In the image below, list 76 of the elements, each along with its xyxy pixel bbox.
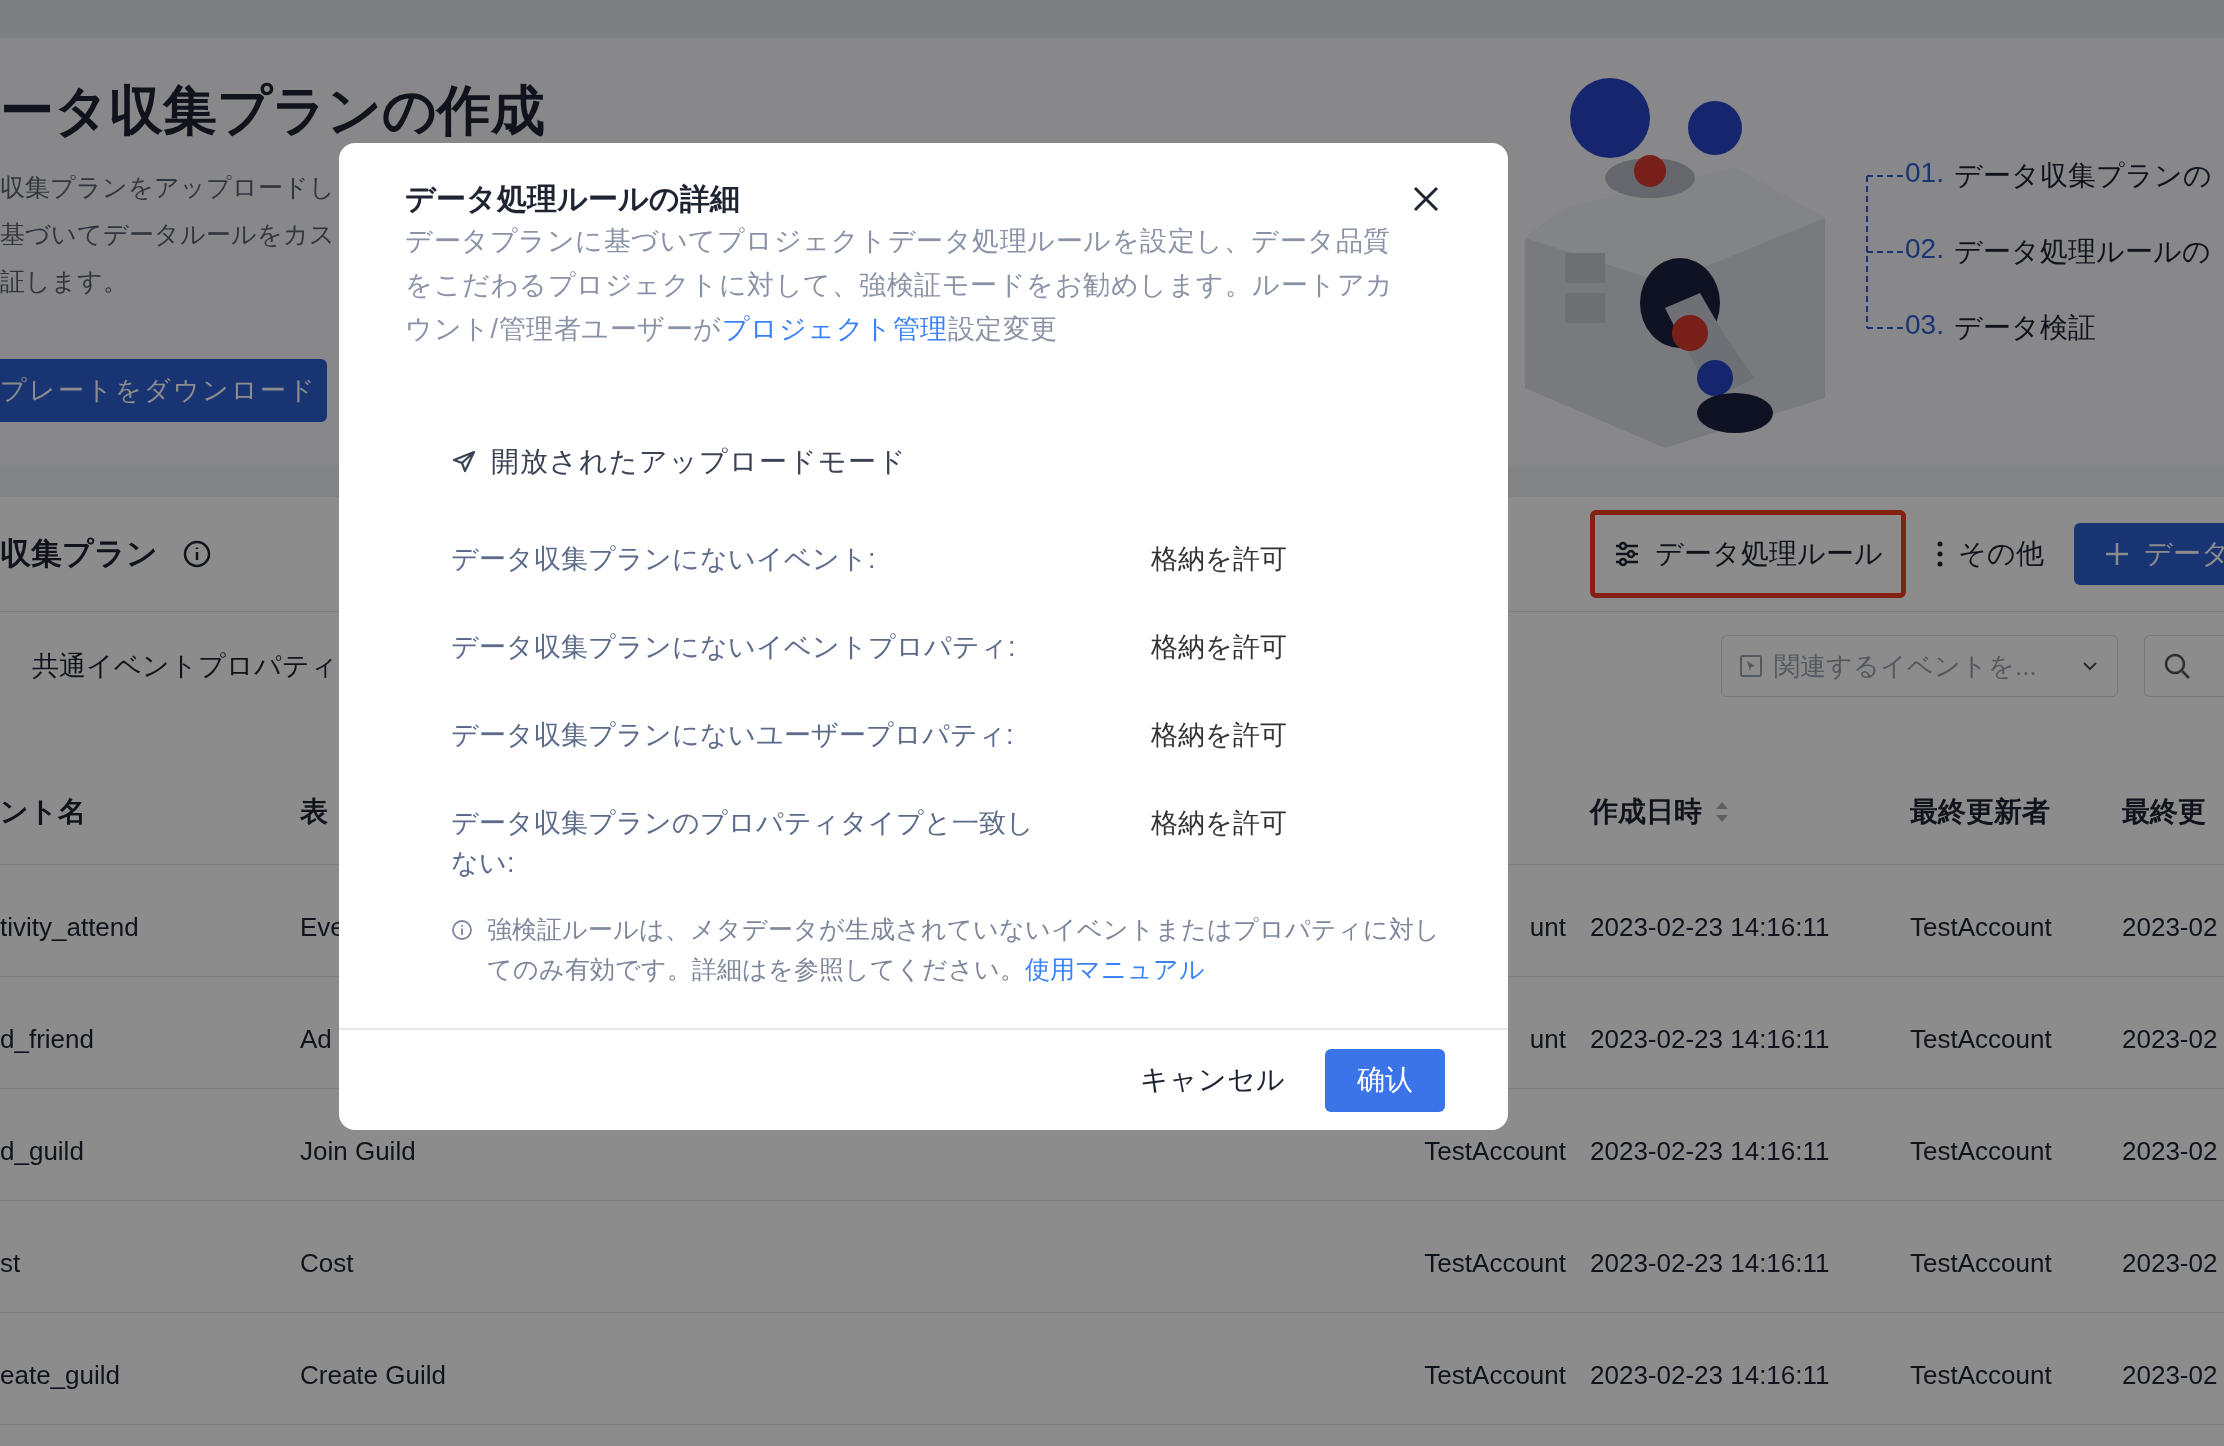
- column-header: ント名: [0, 795, 86, 829]
- intro-text: 収集プランをアップロードし: [0, 172, 335, 203]
- section-title: 収集プラン: [0, 535, 158, 573]
- step-number: 02.: [1905, 233, 1944, 266]
- table-cell: TestAccount: [1424, 1136, 1566, 1167]
- project-settings-link[interactable]: プロジェクト管理: [721, 314, 948, 344]
- more-icon: [1936, 540, 1944, 568]
- table-cell: 2023-02: [2122, 1248, 2218, 1279]
- page-title: ータ収集プランの作成: [0, 79, 545, 142]
- table-cell: Ad: [300, 1024, 332, 1055]
- table-cell: 2023-02-23 14:16:11: [1590, 1024, 1830, 1055]
- dialog-description: データプランに基づいてプロジェクトデータ処理ルールを設定し、データ品質をこだわるプロジェクトに対して、強検証モードをお勧めします。ルートアカウント/管理者ユーザーがプロジェクト管理設定変更: [405, 225, 1395, 346]
- table-cell: 2023-02: [2122, 1360, 2218, 1391]
- table-cell: 2023-02-23 14:16:11: [1590, 1360, 1830, 1391]
- table-cell: d_friend: [0, 1024, 94, 1055]
- sliders-icon: [1613, 540, 1641, 568]
- table-cell: eate_guild: [0, 1360, 120, 1391]
- table-cell: Cost: [300, 1248, 354, 1279]
- column-header[interactable]: 作成日時: [1590, 793, 1702, 831]
- table-cell: TestAccount: [1910, 1360, 2052, 1391]
- confirm-button[interactable]: 确认: [1325, 1048, 1445, 1112]
- info-icon[interactable]: [182, 539, 212, 569]
- intro-text: 証します。: [0, 266, 128, 297]
- manual-link[interactable]: 使用マニュアル: [1025, 955, 1205, 983]
- table-cell: st: [0, 1248, 21, 1279]
- column-header: 表: [300, 795, 328, 829]
- rule-value: 格納を許可: [1151, 631, 1288, 664]
- step-label: データ処理ルールの: [1953, 235, 2211, 269]
- table-cell: 2023-02: [2122, 912, 2218, 943]
- info-icon: [451, 919, 473, 941]
- cursor-box-icon: [1739, 654, 1763, 678]
- table-cell: 2023-02-23 14:16:11: [1590, 1248, 1830, 1279]
- table-cell: TestAccount: [1910, 912, 2052, 943]
- rules-button[interactable]: データ処理ルール: [1590, 510, 1906, 598]
- table-cell: Join Guild: [300, 1136, 416, 1167]
- more-button[interactable]: その他: [1918, 510, 2062, 598]
- rule-label: データ収集プランにないイベント:: [451, 543, 877, 576]
- table-cell: TestAccount: [1910, 1136, 2052, 1167]
- table-cell: 2023-02-23 14:16:11: [1590, 1136, 1830, 1167]
- table-cell: unt: [1529, 912, 1566, 943]
- table-cell: 2023-02-23 14:16:11: [1590, 912, 1830, 943]
- rule-value: 格納を許可: [1151, 543, 1288, 576]
- event-select[interactable]: 関連するイベントを...: [1721, 635, 2118, 697]
- search-button[interactable]: [2144, 635, 2224, 697]
- rule-label: データ収集プランのプロパティタイプと一致しない:: [451, 807, 1035, 880]
- download-button[interactable]: プレートをダウンロード: [0, 359, 327, 422]
- cancel-button[interactable]: キャンセル: [1140, 1061, 1285, 1099]
- note-text: 強検証ルールは、メタデータが生成されていないイベントまたはプロパティに対してのみ有効です。詳細はを参照してください。使用マニュアル: [487, 914, 1441, 985]
- rule-value: 格納を許可: [1151, 719, 1288, 752]
- plus-icon: [2104, 541, 2130, 567]
- step-label: データ検証: [1953, 311, 2096, 345]
- rule-label: データ収集プランにないユーザープロパティ:: [451, 719, 1015, 752]
- add-data-button[interactable]: データ: [2074, 523, 2224, 585]
- property-tab[interactable]: 共通イベントプロパティ: [32, 648, 338, 684]
- table-cell: 2023-02: [2122, 1024, 2218, 1055]
- rule-label: データ収集プランにないイベントプロパティ:: [451, 631, 1017, 664]
- table-cell: TestAccount: [1910, 1024, 2052, 1055]
- step-number: 03.: [1905, 309, 1944, 342]
- column-header: 最終更新者: [1910, 795, 2050, 829]
- rule-value: 格納を許可: [1151, 807, 1288, 840]
- search-icon: [2163, 652, 2191, 680]
- step-label: データ収集プランの: [1953, 159, 2212, 193]
- table-cell: Create Guild: [300, 1360, 446, 1391]
- intro-text: 基づいてデータルールをカス: [0, 219, 335, 250]
- step-number: 01.: [1905, 157, 1944, 190]
- table-cell: TestAccount: [1910, 1248, 2052, 1279]
- table-cell: 2023-02: [2122, 1136, 2218, 1167]
- table-cell: TestAccount: [1424, 1360, 1566, 1391]
- table-cell: unt: [1529, 1024, 1566, 1055]
- mode-title: 開放されたアップロードモード: [491, 445, 907, 479]
- dialog-title: データ処理ルールの詳細: [405, 181, 740, 217]
- send-icon: [451, 449, 477, 475]
- table-cell: d_guild: [0, 1136, 84, 1167]
- table-cell: tivity_attend: [0, 912, 139, 943]
- table-cell: TestAccount: [1424, 1248, 1566, 1279]
- column-header: 最終更: [2122, 795, 2206, 829]
